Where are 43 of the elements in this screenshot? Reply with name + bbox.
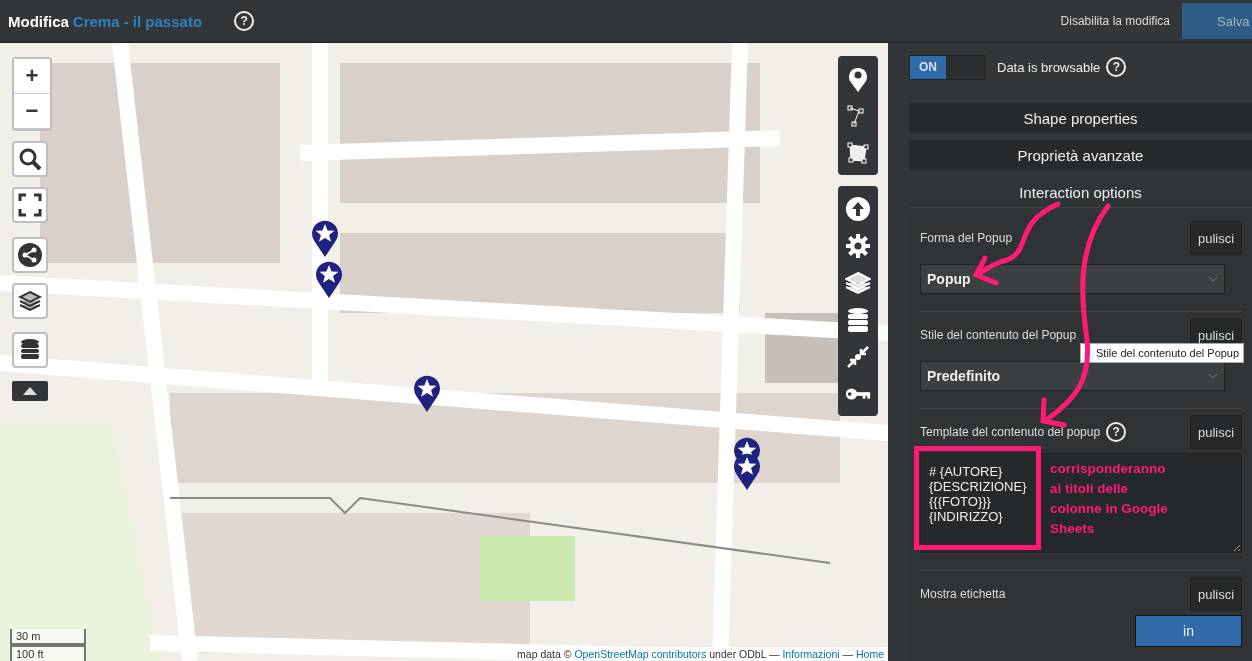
map-pin-icon[interactable] <box>310 218 340 258</box>
pin-cluster-icon[interactable] <box>732 435 762 491</box>
clear-button[interactable]: pulisci <box>1190 415 1242 449</box>
help-icon[interactable]: ? <box>1106 57 1127 77</box>
chevron-icon <box>1208 373 1218 379</box>
tooltip: Stile del contenuto del Popup <box>1080 343 1245 363</box>
field-label: Template del contenuto del popup <box>920 425 1101 439</box>
edit-label: Modifica <box>8 12 69 30</box>
select-field[interactable]: Predefinito <box>920 361 1225 391</box>
database-icon[interactable] <box>12 332 48 368</box>
field-label: Stile del contenuto del Popup <box>920 328 1077 342</box>
browsable-toggle[interactable]: ON <box>909 54 985 80</box>
zoom-in-button[interactable]: + <box>14 59 50 94</box>
annotation-note: corrisponderanno ai titoli delle colonne in Google Sheets <box>1050 460 1168 538</box>
browsable-label: Data is browsable <box>997 59 1101 75</box>
section-header[interactable]: Proprietà avanzate <box>909 140 1252 170</box>
field-label: Mostra etichetta <box>920 587 1006 601</box>
attribution-link[interactable]: OpenStreetMap contributors <box>574 648 707 660</box>
layers-icon[interactable] <box>12 283 48 319</box>
help-icon[interactable]: ? <box>1106 422 1127 442</box>
select-field[interactable]: Popup <box>920 264 1225 294</box>
help-icon[interactable]: ? <box>234 11 255 31</box>
disable-edit-button[interactable]: Disabilita la modifica <box>1048 3 1182 39</box>
map-pin-icon[interactable] <box>314 259 344 299</box>
scale-bar: 100 ft <box>10 645 86 661</box>
collapse-button[interactable] <box>12 381 48 401</box>
share-icon[interactable] <box>12 237 48 273</box>
chevron-icon <box>1208 276 1218 282</box>
option-button[interactable]: in <box>1135 615 1242 647</box>
caret-icon <box>23 387 37 395</box>
section-header[interactable]: Interaction options <box>909 177 1252 208</box>
map-pin-icon[interactable] <box>412 373 442 413</box>
field-label: Forma del Popup <box>920 231 1013 245</box>
scale-bar: 30 m <box>10 629 86 645</box>
save-button[interactable]: Salva <box>1182 3 1252 39</box>
attribution-link[interactable]: Informazioni <box>782 648 840 660</box>
attribution-text: map data © OpenStreetMap contributors under ODbL — Informazioni — Home <box>513 647 888 661</box>
clear-button[interactable]: pulisci <box>1190 577 1242 611</box>
attribution-link[interactable]: Home <box>856 648 884 660</box>
fullscreen-icon[interactable] <box>12 187 48 223</box>
clear-button[interactable]: pulisci <box>1190 221 1242 255</box>
section-header[interactable]: Shape properties <box>909 103 1252 133</box>
search-icon[interactable] <box>12 141 48 177</box>
